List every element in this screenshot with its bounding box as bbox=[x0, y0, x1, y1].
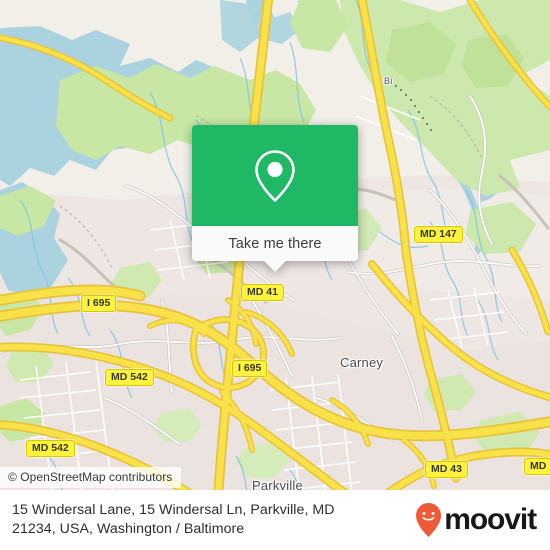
map-pin-icon bbox=[255, 149, 295, 202]
highway-shield-i-695-center[interactable]: I 695 bbox=[232, 360, 268, 377]
address-line-1: 15 Windersal Lane, 15 Windersal Ln, Park… bbox=[12, 502, 335, 518]
moovit-pin-icon bbox=[416, 503, 442, 537]
highway-shield-md-542-lower[interactable]: MD 542 bbox=[26, 440, 75, 457]
highway-shield-md-147[interactable]: MD 147 bbox=[414, 226, 463, 243]
highway-shield-md-41[interactable]: MD 41 bbox=[241, 284, 284, 301]
map-canvas[interactable]: Carney Parkville Bi MD 147 MD 41 I 695 I… bbox=[0, 0, 550, 550]
popup-tail bbox=[264, 261, 286, 272]
location-popup-card[interactable]: Take me there bbox=[192, 125, 358, 272]
highway-shield-md-542-upper[interactable]: MD 542 bbox=[105, 369, 154, 386]
moovit-wordmark: moovit bbox=[444, 503, 537, 536]
popup-header bbox=[192, 125, 358, 226]
water-label-river: Bi bbox=[384, 76, 393, 86]
highway-shield-i-695-west[interactable]: I 695 bbox=[81, 295, 117, 312]
footer-bar: 15 Windersal Lane, 15 Windersal Ln, Park… bbox=[0, 490, 550, 550]
take-me-there-button[interactable]: Take me there bbox=[228, 236, 321, 252]
popup-footer[interactable]: Take me there bbox=[192, 226, 358, 272]
place-label-carney: Carney bbox=[340, 355, 384, 370]
highway-shield-md-43[interactable]: MD 43 bbox=[425, 461, 468, 478]
address-line-2: 21234, USA, Washington / Baltimore bbox=[12, 521, 245, 537]
moovit-logo[interactable]: moovit bbox=[415, 502, 537, 538]
highway-shield-md-edge[interactable]: MD bbox=[524, 458, 550, 475]
osm-attribution[interactable]: © OpenStreetMap contributors bbox=[0, 467, 182, 488]
map-screen: Carney Parkville Bi MD 147 MD 41 I 695 I… bbox=[0, 0, 550, 550]
address-block: 15 Windersal Lane, 15 Windersal Ln, Park… bbox=[12, 501, 415, 539]
